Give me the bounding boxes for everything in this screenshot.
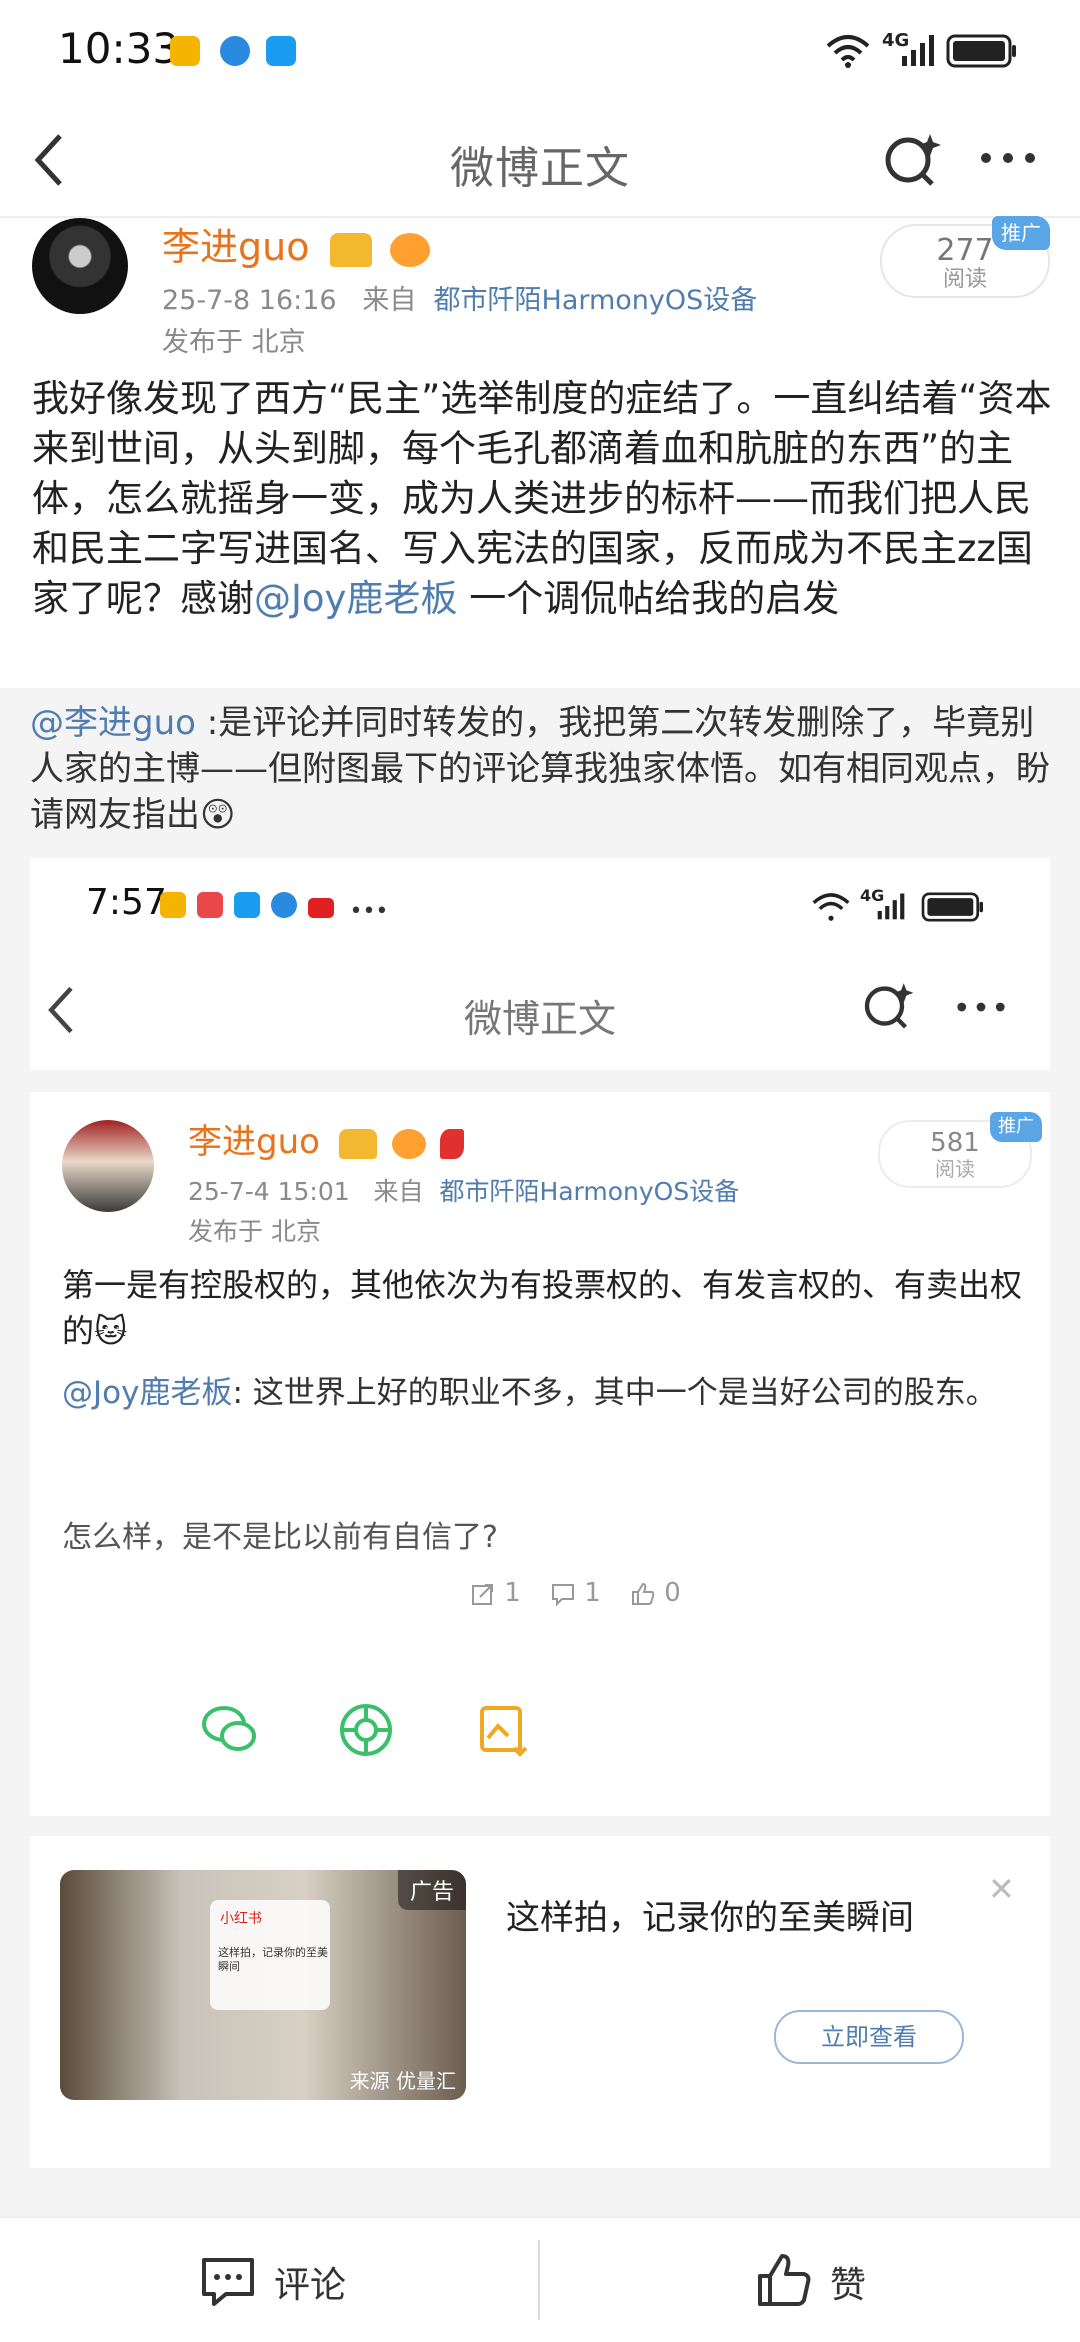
- embedded-post-location: 发布于 北京: [188, 1217, 321, 1246]
- weibo-app-icon: [170, 36, 200, 66]
- repost-mention[interactable]: @李进guo: [30, 703, 196, 743]
- ad-image-caption: 这样拍，记录你的至美瞬间: [218, 1946, 328, 1973]
- embedded-author-avatar: [62, 1120, 154, 1212]
- embedded-separator: [30, 1070, 1050, 1092]
- author-avatar[interactable]: [32, 218, 128, 314]
- comment-label[interactable]: 评论: [274, 2256, 346, 2308]
- post-location: 发布于 北京: [162, 327, 306, 358]
- embedded-quote-text: : 这世界上好的职业不多，其中一个是当好公司的股东。: [232, 1375, 997, 1411]
- search-app-icon: [266, 36, 296, 66]
- embedded-search-icon: [864, 983, 914, 1029]
- embedded-quote: @Joy鹿老板: 这世界上好的职业不多，其中一个是当好公司的股东。: [62, 1370, 1022, 1416]
- crown-badge-icon: [329, 232, 372, 267]
- thumb-up-icon: [632, 1582, 655, 1605]
- author-name-text[interactable]: 李进guo: [162, 225, 309, 269]
- post-source[interactable]: 都市阡陌HarmonyOS设备: [434, 285, 758, 316]
- ad-close-icon: ✕: [988, 1870, 1015, 1908]
- browser-app-icon: [271, 892, 298, 918]
- embedded-post-date: 25-7-4 15:01: [188, 1177, 350, 1206]
- comment-icon: [202, 2258, 254, 2306]
- embedded-read-label: 阅读: [935, 1157, 975, 1181]
- save-image-icon: [480, 1706, 528, 1757]
- embedded-author-name: 李进guo: [188, 1114, 465, 1163]
- wifi-icon: [826, 35, 870, 68]
- super-search-icon[interactable]: [880, 128, 944, 192]
- cat-emoji-icon: 🐱: [94, 1312, 128, 1350]
- ad-image-panel: 小红书 这样拍，记录你的至美瞬间: [210, 1900, 330, 2010]
- embedded-separator-2: [30, 1816, 1050, 1836]
- embedded-author-name-text: 李进guo: [188, 1122, 320, 1162]
- embedded-post-meta: 25-7-4 15:01 来自 都市阡陌HarmonyOS设备: [188, 1172, 739, 1208]
- read-label: 阅读: [942, 267, 987, 292]
- embedded-post-text: 第一是有控股权的，其他依次为有投票权的、有发言权的、有卖出权的: [62, 1266, 1023, 1350]
- ad-view-button: 立即查看: [774, 2010, 964, 2064]
- bottom-action-bar: 评论 赞: [0, 2216, 1080, 2342]
- post-mention[interactable]: @Joy鹿老板: [254, 577, 457, 620]
- repost-text: @李进guo :是评论并同时转发的，我把第二次转发删除了，毕竟别人家的主博——但…: [30, 700, 1050, 838]
- embedded-more-icon: [957, 1002, 1005, 1012]
- battery-icon: [921, 892, 983, 922]
- browser-app-icon: [220, 36, 250, 66]
- embedded-screenshot[interactable]: 7:57 ••• 4G 微博正文 李进guo 25-7-4 15:01 来自 都…: [30, 858, 1050, 2218]
- shocked-emoji-icon: 😲: [200, 795, 236, 835]
- ad-image: 小红书 这样拍，记录你的至美瞬间 广告 来源 优量汇: [60, 1870, 466, 2100]
- embedded-like-count: 0: [664, 1578, 681, 1608]
- like-button[interactable]: 赞: [756, 2238, 896, 2322]
- ad-source: 来源 优量汇: [349, 2069, 456, 2093]
- bottom-divider: [538, 2240, 540, 2320]
- comment-icon: [552, 1583, 574, 1606]
- embedded-repost-action: 1: [470, 1578, 521, 1608]
- embedded-post-body: 第一是有控股权的，其他依次为有投票权的、有发言权的、有卖出权的🐱: [62, 1262, 1022, 1354]
- fish-badge-icon: [391, 1128, 426, 1159]
- more-dots-icon: •••: [349, 899, 389, 924]
- thumb-up-icon: [758, 2254, 811, 2306]
- battery-icon: [946, 34, 1016, 68]
- weibo-app-icon: [160, 892, 186, 918]
- wechat-share-icon: [202, 1706, 256, 1751]
- embedded-like-action: 0: [630, 1578, 681, 1608]
- embedded-comment-count: 1: [584, 1578, 601, 1608]
- embedded-post-source: 都市阡陌HarmonyOS设备: [439, 1177, 740, 1206]
- embedded-app-icons: •••: [160, 892, 388, 924]
- ad-tag: 广告: [397, 1870, 466, 1910]
- nav-bar: 微博正文: [0, 104, 1080, 218]
- status-bar: 10:33 4G: [0, 0, 1080, 104]
- crown-badge-icon: [338, 1128, 377, 1159]
- red-app-icon: [197, 892, 224, 918]
- post-date: 25-7-8 16:16: [162, 285, 337, 316]
- more-icon[interactable]: [978, 150, 1038, 166]
- embedded-promo-badge: 推广: [990, 1112, 1042, 1142]
- red-badge-icon: [440, 1128, 465, 1159]
- status-time: 10:33: [58, 24, 180, 73]
- embedded-from-label: 来自: [373, 1177, 424, 1206]
- like-label[interactable]: 赞: [830, 2256, 866, 2308]
- from-label: 来自: [362, 285, 417, 316]
- embedded-quote-mention: @Joy鹿老板: [62, 1375, 233, 1411]
- embedded-repost-count: 1: [504, 1578, 521, 1608]
- moments-share-icon: [340, 1704, 392, 1756]
- post-text-after: 一个调侃帖给我的启发: [457, 577, 840, 620]
- embedded-separator-3: [30, 2168, 1050, 2218]
- video-app-icon: [308, 898, 335, 918]
- signal-icon: [877, 893, 905, 920]
- repost-icon: [472, 1583, 493, 1605]
- ad-title: 这样拍，记录你的至美瞬间: [506, 1898, 914, 1938]
- promo-badge[interactable]: 推广: [992, 216, 1050, 250]
- embedded-comment-action: 1: [550, 1578, 601, 1608]
- comment-button[interactable]: 评论: [200, 2238, 360, 2322]
- embedded-status-time: 7:57: [86, 882, 167, 923]
- post-body: 我好像发现了西方“民主”选举制度的症结了。一直纠结着“资本来到世间，从头到脚，每…: [32, 374, 1052, 624]
- embedded-question: 怎么样，是不是比以前有自信了?: [62, 1520, 498, 1555]
- wifi-icon: [812, 893, 850, 921]
- signal-icon: [902, 35, 934, 66]
- ad-image-brand: 小红书: [220, 1911, 262, 1927]
- author-name[interactable]: 李进guo: [162, 216, 430, 271]
- post-meta: 25-7-8 16:16 来自 都市阡陌HarmonyOS设备: [162, 278, 757, 317]
- fish-badge-icon: [389, 232, 430, 267]
- search-app-icon: [234, 892, 261, 918]
